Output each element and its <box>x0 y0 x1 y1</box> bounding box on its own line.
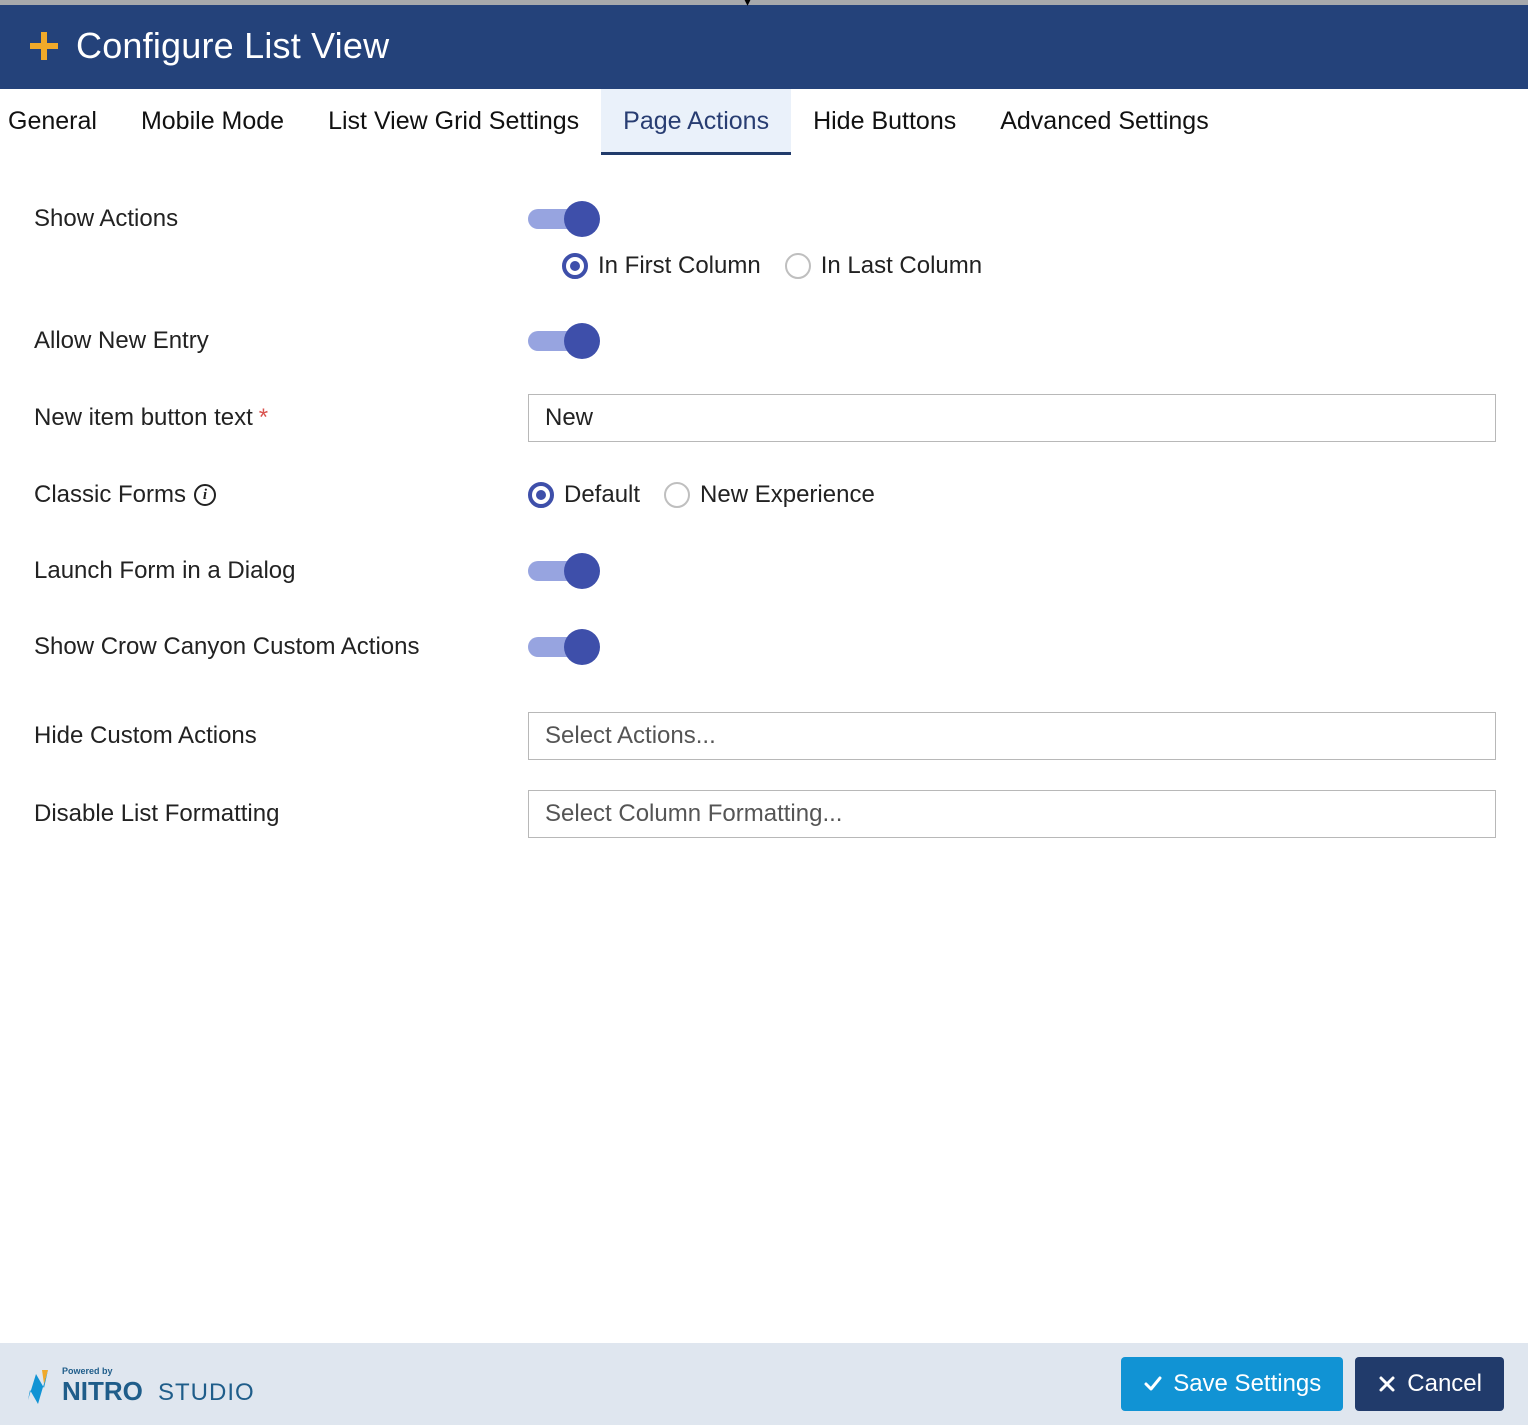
tab-mobile-mode[interactable]: Mobile Mode <box>119 89 306 155</box>
launch-form-dialog-label: Launch Form in a Dialog <box>34 557 528 585</box>
form-content: Show Actions In First Column In Last Col… <box>0 156 1528 1343</box>
allow-new-entry-label: Allow New Entry <box>34 327 528 355</box>
footer-logo: Powered by NITRO STUDIO <box>24 1360 284 1408</box>
tabs-bar: General Mobile Mode List View Grid Setti… <box>0 89 1528 156</box>
radio-label: In First Column <box>598 252 761 280</box>
required-asterisk: * <box>259 404 268 432</box>
allow-new-entry-toggle[interactable] <box>528 323 596 359</box>
save-settings-button[interactable]: Save Settings <box>1121 1357 1343 1411</box>
hide-custom-actions-select[interactable]: Select Actions... <box>528 712 1496 760</box>
svg-text:STUDIO: STUDIO <box>158 1379 255 1406</box>
tab-hide-buttons[interactable]: Hide Buttons <box>791 89 978 155</box>
svg-text:Powered by: Powered by <box>62 1366 113 1376</box>
show-actions-toggle[interactable] <box>528 201 596 237</box>
close-icon <box>1377 1374 1397 1394</box>
show-crow-canyon-label: Show Crow Canyon Custom Actions <box>34 633 528 661</box>
radio-label: New Experience <box>700 481 875 509</box>
hide-custom-actions-label: Hide Custom Actions <box>34 722 528 750</box>
radio-label: In Last Column <box>821 252 982 280</box>
classic-forms-label: Classic Forms i <box>34 481 528 509</box>
radio-icon <box>664 482 690 508</box>
radio-icon <box>562 253 588 279</box>
launch-form-dialog-toggle[interactable] <box>528 553 596 589</box>
radio-new-experience[interactable]: New Experience <box>664 481 875 509</box>
label-text: New item button text <box>34 404 253 432</box>
show-crow-canyon-toggle[interactable] <box>528 629 596 665</box>
radio-default[interactable]: Default <box>528 481 640 509</box>
disable-list-formatting-label: Disable List Formatting <box>34 800 528 828</box>
tab-list-view-grid[interactable]: List View Grid Settings <box>306 89 601 155</box>
check-icon <box>1143 1374 1163 1394</box>
new-item-button-text-label: New item button text* <box>34 404 528 432</box>
disable-list-formatting-select[interactable]: Select Column Formatting... <box>528 790 1496 838</box>
radio-icon <box>528 482 554 508</box>
radio-in-first-column[interactable]: In First Column <box>562 252 761 280</box>
radio-label: Default <box>564 481 640 509</box>
info-icon[interactable]: i <box>194 484 216 506</box>
label-text: Classic Forms <box>34 481 186 509</box>
footer-bar: Powered by NITRO STUDIO Save Settings Ca… <box>0 1343 1528 1425</box>
caret-mark: ▾ <box>744 0 751 4</box>
page-title: Configure List View <box>76 25 389 67</box>
svg-text:NITRO: NITRO <box>62 1376 143 1406</box>
button-label: Save Settings <box>1173 1370 1321 1398</box>
cancel-button[interactable]: Cancel <box>1355 1357 1504 1411</box>
column-position-radio-group: In First Column In Last Column <box>562 252 982 280</box>
tab-advanced-settings[interactable]: Advanced Settings <box>978 89 1230 155</box>
page-header: Configure List View <box>0 5 1528 89</box>
tab-page-actions[interactable]: Page Actions <box>601 89 791 155</box>
show-actions-label: Show Actions <box>34 205 528 233</box>
plus-icon <box>28 30 60 62</box>
select-placeholder: Select Actions... <box>545 722 716 750</box>
radio-icon <box>785 253 811 279</box>
select-placeholder: Select Column Formatting... <box>545 800 842 828</box>
new-item-button-text-input[interactable] <box>528 394 1496 442</box>
tab-general[interactable]: General <box>0 89 119 155</box>
button-label: Cancel <box>1407 1370 1482 1398</box>
nitro-studio-logo-icon: Powered by NITRO STUDIO <box>24 1360 284 1408</box>
classic-forms-radio-group: Default New Experience <box>528 481 875 509</box>
radio-in-last-column[interactable]: In Last Column <box>785 252 982 280</box>
